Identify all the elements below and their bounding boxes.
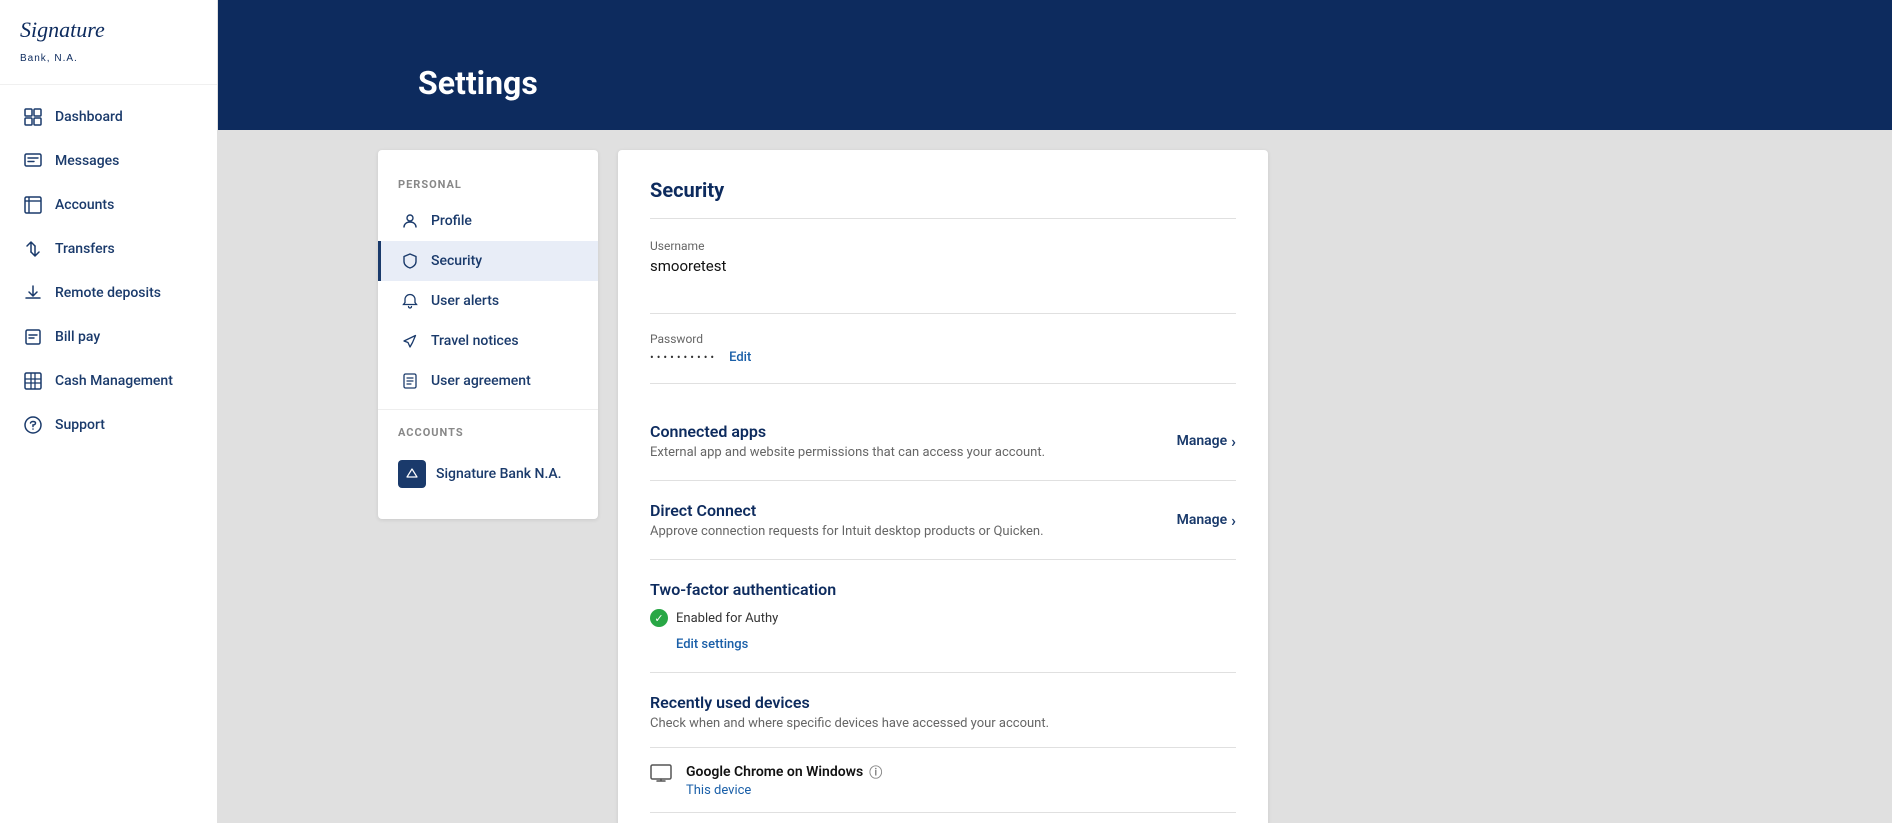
sidebar-item-dashboard[interactable]: Dashboard [0, 95, 217, 139]
sidebar-item-accounts[interactable]: Accounts [0, 183, 217, 227]
sidebar-item-cash-management[interactable]: Cash Management [0, 359, 217, 403]
connected-apps-row: Connected apps External app and website … [650, 402, 1236, 481]
accounts-section-label: ACCOUNTS [378, 409, 598, 449]
profile-icon [401, 212, 419, 230]
sidebar-item-bill-pay[interactable]: Bill pay [0, 315, 217, 359]
plane-icon [401, 332, 419, 350]
sidebar-item-transfers[interactable]: Transfers [0, 227, 217, 271]
twofa-title: Two-factor authentication [650, 580, 1236, 599]
sidebar-label-dashboard: Dashboard [55, 109, 123, 125]
sidebar-item-support[interactable]: Support [0, 403, 217, 447]
menu-item-signature-bank[interactable]: Signature Bank N.A. [378, 449, 598, 499]
menu-label-profile: Profile [431, 213, 472, 229]
remote-deposits-icon [23, 283, 43, 303]
twofa-check-icon: ✓ [650, 609, 668, 627]
username-label: Username [650, 239, 1236, 253]
username-value: smooretest [650, 257, 1236, 275]
sidebar-label-bill-pay: Bill pay [55, 329, 100, 345]
devices-desc: Check when and where specific devices ha… [650, 716, 1236, 731]
menu-item-user-alerts[interactable]: User alerts [378, 281, 598, 321]
transfers-icon [23, 239, 43, 259]
device-sub-chrome: This device [686, 783, 882, 798]
device-name-chrome: Google Chrome on Windows ⓘ [686, 762, 882, 781]
security-heading: Security [650, 178, 1236, 219]
sidebar-item-remote-deposits[interactable]: Remote deposits [0, 271, 217, 315]
direct-connect-row: Direct Connect Approve connection reques… [650, 481, 1236, 560]
menu-label-user-alerts: User alerts [431, 293, 499, 309]
sidebar-label-cash-management: Cash Management [55, 373, 173, 389]
chevron-right-icon-2: › [1231, 511, 1236, 530]
direct-connect-title: Direct Connect [650, 501, 1044, 520]
menu-label-travel-notices: Travel notices [431, 333, 519, 349]
support-icon [23, 415, 43, 435]
accounts-icon [23, 195, 43, 215]
settings-panel: PERSONAL Profile Security [218, 130, 1892, 823]
twofa-section: Two-factor authentication ✓ Enabled for … [650, 560, 1236, 673]
direct-connect-info: Direct Connect Approve connection reques… [650, 501, 1044, 539]
main-area: Settings PERSONAL Profile Security [218, 0, 1892, 823]
twofa-status-text: Enabled for Authy [676, 611, 778, 626]
connected-apps-info: Connected apps External app and website … [650, 422, 1045, 460]
menu-item-security[interactable]: Security [378, 241, 598, 281]
menu-label-user-agreement: User agreement [431, 373, 531, 389]
chevron-right-icon: › [1231, 432, 1236, 451]
devices-section: Recently used devices Check when and whe… [650, 673, 1236, 823]
connected-apps-desc: External app and website permissions tha… [650, 445, 1045, 460]
password-label: Password [650, 332, 1236, 346]
content-area: PERSONAL Profile Security [218, 130, 1892, 823]
signature-bank-icon [398, 460, 426, 488]
devices-title: Recently used devices [650, 693, 1236, 712]
messages-icon [23, 151, 43, 171]
page-title: Settings [418, 64, 538, 102]
shield-icon [401, 252, 419, 270]
sidebar-label-remote-deposits: Remote deposits [55, 285, 161, 301]
sidebar-label-transfers: Transfers [55, 241, 115, 257]
settings-menu: PERSONAL Profile Security [378, 150, 598, 519]
device-item-iphone: iPhone 13 Pro ⓘ Used 30 mins ago Remove [650, 812, 1236, 823]
dashboard-icon [23, 107, 43, 127]
password-dots: •••••••••• [650, 351, 717, 364]
device-info-chrome: Google Chrome on Windows ⓘ This device [686, 762, 882, 798]
menu-label-security: Security [431, 253, 482, 269]
menu-item-profile[interactable]: Profile [378, 201, 598, 241]
device-item-chrome: Google Chrome on Windows ⓘ This device [650, 747, 1236, 812]
monitor-icon [650, 764, 672, 790]
sidebar-label-messages: Messages [55, 153, 119, 169]
sidebar-label-support: Support [55, 417, 105, 433]
account-name-signature: Signature Bank N.A. [436, 466, 562, 482]
bill-pay-icon [23, 327, 43, 347]
cash-management-icon [23, 371, 43, 391]
username-section: Username smooretest [650, 239, 1236, 314]
password-row: •••••••••• Edit [650, 350, 1236, 365]
twofa-edit-link[interactable]: Edit settings [676, 637, 748, 652]
connected-apps-manage[interactable]: Manage › [1177, 432, 1236, 451]
menu-item-user-agreement[interactable]: User agreement [378, 361, 598, 401]
password-edit-link[interactable]: Edit [729, 350, 751, 365]
sidebar: Signature Bank, N.A. Dashboard Messages … [0, 0, 218, 823]
sidebar-item-messages[interactable]: Messages [0, 139, 217, 183]
info-icon-chrome[interactable]: ⓘ [869, 762, 882, 781]
password-section: Password •••••••••• Edit [650, 332, 1236, 384]
connected-apps-title: Connected apps [650, 422, 1045, 441]
sidebar-label-accounts: Accounts [55, 197, 114, 213]
direct-connect-manage[interactable]: Manage › [1177, 511, 1236, 530]
doc-icon [401, 372, 419, 390]
brand-name: Signature Bank, N.A. [20, 18, 197, 66]
twofa-status-row: ✓ Enabled for Authy [650, 609, 1236, 627]
personal-section-label: PERSONAL [378, 170, 598, 201]
menu-item-travel-notices[interactable]: Travel notices [378, 321, 598, 361]
bell-icon [401, 292, 419, 310]
main-nav: Dashboard Messages Accounts Transfers Re… [0, 85, 217, 823]
direct-connect-desc: Approve connection requests for Intuit d… [650, 524, 1044, 539]
logo: Signature Bank, N.A. [0, 0, 217, 85]
security-card: Security Username smooretest Password ••… [618, 150, 1268, 823]
page-header: Settings [218, 0, 1892, 130]
